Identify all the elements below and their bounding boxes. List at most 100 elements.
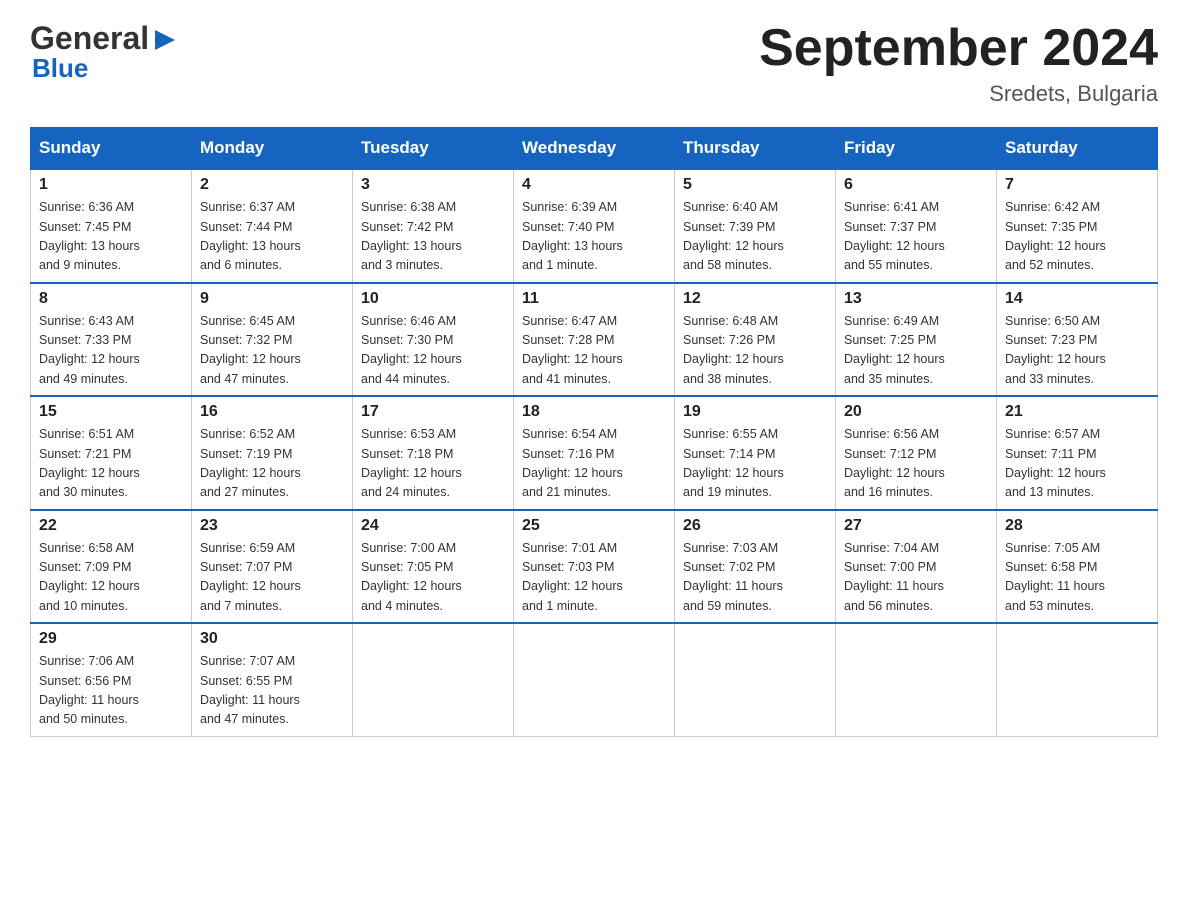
day-info: Sunrise: 6:43 AM Sunset: 7:33 PM Dayligh… bbox=[39, 312, 183, 390]
day-number: 8 bbox=[39, 290, 183, 308]
day-info: Sunrise: 6:58 AM Sunset: 7:09 PM Dayligh… bbox=[39, 539, 183, 617]
calendar-cell: 29 Sunrise: 7:06 AM Sunset: 6:56 PM Dayli… bbox=[31, 623, 192, 736]
day-number: 13 bbox=[844, 290, 988, 308]
calendar-cell: 25Sunrise: 7:01 AM Sunset: 7:03 PM Dayli… bbox=[514, 510, 675, 624]
day-number: 9 bbox=[200, 290, 344, 308]
calendar-cell: 7Sunrise: 6:42 AM Sunset: 7:35 PM Daylig… bbox=[997, 169, 1158, 283]
calendar-table: Sunday Monday Tuesday Wednesday Thursday… bbox=[30, 127, 1158, 737]
day-info: Sunrise: 7:07 AM Sunset: 6:55 PM Dayligh… bbox=[200, 652, 344, 730]
calendar-cell: 5 Sunrise: 6:40 AM Sunset: 7:39 PM Daylig… bbox=[675, 169, 836, 283]
week-row-2: 8 Sunrise: 6:43 AM Sunset: 7:33 PM Daylig… bbox=[31, 283, 1158, 397]
header-sunday: Sunday bbox=[31, 128, 192, 170]
day-number: 4 bbox=[522, 176, 666, 194]
day-info: Sunrise: 6:55 AM Sunset: 7:14 PM Dayligh… bbox=[683, 425, 827, 503]
day-number: 14 bbox=[1005, 290, 1149, 308]
day-info: Sunrise: 6:52 AM Sunset: 7:19 PM Dayligh… bbox=[200, 425, 344, 503]
calendar-cell: 16Sunrise: 6:52 AM Sunset: 7:19 PM Dayli… bbox=[192, 396, 353, 510]
day-info: Sunrise: 7:03 AM Sunset: 7:02 PM Dayligh… bbox=[683, 539, 827, 617]
calendar-cell: 4 Sunrise: 6:39 AM Sunset: 7:40 PM Daylig… bbox=[514, 169, 675, 283]
calendar-cell bbox=[353, 623, 514, 736]
calendar-cell: 15 Sunrise: 6:51 AM Sunset: 7:21 PM Dayli… bbox=[31, 396, 192, 510]
calendar-cell: 18 Sunrise: 6:54 AM Sunset: 7:16 PM Dayli… bbox=[514, 396, 675, 510]
day-info: Sunrise: 6:40 AM Sunset: 7:39 PM Dayligh… bbox=[683, 198, 827, 276]
day-number: 7 bbox=[1005, 176, 1149, 194]
day-info: Sunrise: 6:54 AM Sunset: 7:16 PM Dayligh… bbox=[522, 425, 666, 503]
day-info: Sunrise: 6:51 AM Sunset: 7:21 PM Dayligh… bbox=[39, 425, 183, 503]
calendar-cell bbox=[514, 623, 675, 736]
calendar-cell: 19 Sunrise: 6:55 AM Sunset: 7:14 PM Dayli… bbox=[675, 396, 836, 510]
calendar-cell: 30 Sunrise: 7:07 AM Sunset: 6:55 PM Dayli… bbox=[192, 623, 353, 736]
day-number: 27 bbox=[844, 517, 988, 535]
day-info: Sunrise: 6:41 AM Sunset: 7:37 PM Dayligh… bbox=[844, 198, 988, 276]
calendar-cell: 28Sunrise: 7:05 AM Sunset: 6:58 PM Dayli… bbox=[997, 510, 1158, 624]
calendar-cell: 21 Sunrise: 6:57 AM Sunset: 7:11 PM Dayli… bbox=[997, 396, 1158, 510]
day-info: Sunrise: 6:48 AM Sunset: 7:26 PM Dayligh… bbox=[683, 312, 827, 390]
day-number: 12 bbox=[683, 290, 827, 308]
day-number: 29 bbox=[39, 630, 183, 648]
calendar-cell: 12 Sunrise: 6:48 AM Sunset: 7:26 PM Dayli… bbox=[675, 283, 836, 397]
day-info: Sunrise: 6:59 AM Sunset: 7:07 PM Dayligh… bbox=[200, 539, 344, 617]
day-number: 1 bbox=[39, 176, 183, 194]
logo: General Blue bbox=[30, 20, 179, 84]
calendar-cell: 27 Sunrise: 7:04 AM Sunset: 7:00 PM Dayli… bbox=[836, 510, 997, 624]
day-info: Sunrise: 6:38 AM Sunset: 7:42 PM Dayligh… bbox=[361, 198, 505, 276]
day-number: 5 bbox=[683, 176, 827, 194]
weekday-header-row: Sunday Monday Tuesday Wednesday Thursday… bbox=[31, 128, 1158, 170]
day-info: Sunrise: 6:45 AM Sunset: 7:32 PM Dayligh… bbox=[200, 312, 344, 390]
day-number: 15 bbox=[39, 403, 183, 421]
header-tuesday: Tuesday bbox=[353, 128, 514, 170]
day-number: 18 bbox=[522, 403, 666, 421]
calendar-cell: 13 Sunrise: 6:49 AM Sunset: 7:25 PM Dayli… bbox=[836, 283, 997, 397]
calendar-cell: 24 Sunrise: 7:00 AM Sunset: 7:05 PM Dayli… bbox=[353, 510, 514, 624]
logo-triangle-icon bbox=[151, 26, 179, 54]
calendar-cell: 22Sunrise: 6:58 AM Sunset: 7:09 PM Dayli… bbox=[31, 510, 192, 624]
title-block: September 2024 Sredets, Bulgaria bbox=[759, 20, 1158, 107]
day-info: Sunrise: 6:37 AM Sunset: 7:44 PM Dayligh… bbox=[200, 198, 344, 276]
calendar-cell: 3 Sunrise: 6:38 AM Sunset: 7:42 PM Daylig… bbox=[353, 169, 514, 283]
day-info: Sunrise: 7:06 AM Sunset: 6:56 PM Dayligh… bbox=[39, 652, 183, 730]
day-info: Sunrise: 6:49 AM Sunset: 7:25 PM Dayligh… bbox=[844, 312, 988, 390]
day-number: 21 bbox=[1005, 403, 1149, 421]
day-number: 19 bbox=[683, 403, 827, 421]
calendar-cell: 11 Sunrise: 6:47 AM Sunset: 7:28 PM Dayli… bbox=[514, 283, 675, 397]
day-info: Sunrise: 6:39 AM Sunset: 7:40 PM Dayligh… bbox=[522, 198, 666, 276]
week-row-3: 15 Sunrise: 6:51 AM Sunset: 7:21 PM Dayli… bbox=[31, 396, 1158, 510]
day-info: Sunrise: 7:01 AM Sunset: 7:03 PM Dayligh… bbox=[522, 539, 666, 617]
header-thursday: Thursday bbox=[675, 128, 836, 170]
calendar-cell: 14 Sunrise: 6:50 AM Sunset: 7:23 PM Dayli… bbox=[997, 283, 1158, 397]
day-info: Sunrise: 6:57 AM Sunset: 7:11 PM Dayligh… bbox=[1005, 425, 1149, 503]
day-info: Sunrise: 6:47 AM Sunset: 7:28 PM Dayligh… bbox=[522, 312, 666, 390]
day-number: 11 bbox=[522, 290, 666, 308]
logo-general-text: General bbox=[30, 20, 149, 57]
calendar-cell: 17 Sunrise: 6:53 AM Sunset: 7:18 PM Dayli… bbox=[353, 396, 514, 510]
day-number: 17 bbox=[361, 403, 505, 421]
calendar-cell bbox=[836, 623, 997, 736]
day-number: 6 bbox=[844, 176, 988, 194]
day-info: Sunrise: 7:05 AM Sunset: 6:58 PM Dayligh… bbox=[1005, 539, 1149, 617]
day-number: 23 bbox=[200, 517, 344, 535]
calendar-cell: 10 Sunrise: 6:46 AM Sunset: 7:30 PM Dayli… bbox=[353, 283, 514, 397]
day-number: 30 bbox=[200, 630, 344, 648]
day-info: Sunrise: 7:04 AM Sunset: 7:00 PM Dayligh… bbox=[844, 539, 988, 617]
header-saturday: Saturday bbox=[997, 128, 1158, 170]
day-info: Sunrise: 6:50 AM Sunset: 7:23 PM Dayligh… bbox=[1005, 312, 1149, 390]
day-info: Sunrise: 6:36 AM Sunset: 7:45 PM Dayligh… bbox=[39, 198, 183, 276]
calendar-cell: 23 Sunrise: 6:59 AM Sunset: 7:07 PM Dayli… bbox=[192, 510, 353, 624]
calendar-cell: 1 Sunrise: 6:36 AM Sunset: 7:45 PM Daylig… bbox=[31, 169, 192, 283]
header-wednesday: Wednesday bbox=[514, 128, 675, 170]
day-info: Sunrise: 6:53 AM Sunset: 7:18 PM Dayligh… bbox=[361, 425, 505, 503]
calendar-cell: 26 Sunrise: 7:03 AM Sunset: 7:02 PM Dayli… bbox=[675, 510, 836, 624]
calendar-cell: 2Sunrise: 6:37 AM Sunset: 7:44 PM Daylig… bbox=[192, 169, 353, 283]
logo-blue-text: Blue bbox=[32, 53, 88, 84]
day-info: Sunrise: 6:46 AM Sunset: 7:30 PM Dayligh… bbox=[361, 312, 505, 390]
day-number: 26 bbox=[683, 517, 827, 535]
day-number: 10 bbox=[361, 290, 505, 308]
day-number: 3 bbox=[361, 176, 505, 194]
day-number: 24 bbox=[361, 517, 505, 535]
calendar-cell: 8 Sunrise: 6:43 AM Sunset: 7:33 PM Daylig… bbox=[31, 283, 192, 397]
header-friday: Friday bbox=[836, 128, 997, 170]
day-info: Sunrise: 7:00 AM Sunset: 7:05 PM Dayligh… bbox=[361, 539, 505, 617]
day-number: 20 bbox=[844, 403, 988, 421]
week-row-4: 22Sunrise: 6:58 AM Sunset: 7:09 PM Dayli… bbox=[31, 510, 1158, 624]
calendar-cell: 20Sunrise: 6:56 AM Sunset: 7:12 PM Dayli… bbox=[836, 396, 997, 510]
